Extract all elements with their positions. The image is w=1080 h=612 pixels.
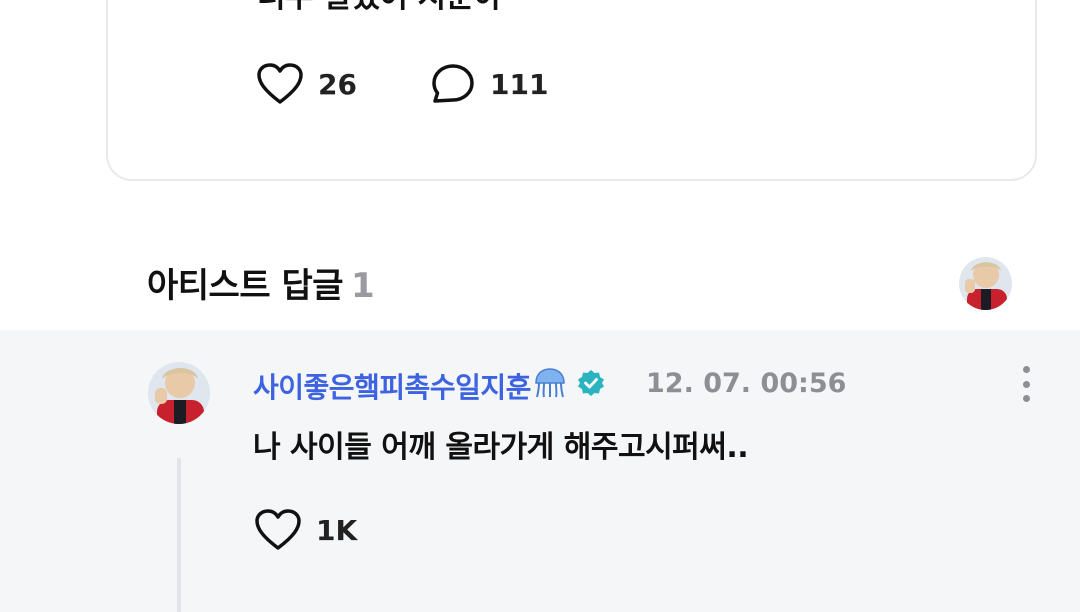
reply-text: 나 사이들 어깨 올라가게 해주고시퍼써.. (253, 430, 749, 465)
reply-author[interactable]: 사이좋은햌피촉수일지훈 (253, 366, 605, 406)
artist-reply-title: 아티스트 답글 (147, 266, 344, 306)
reply-like-button[interactable]: 1K (254, 508, 357, 552)
heart-icon (257, 63, 303, 104)
post-like-button[interactable]: 26 (256, 62, 357, 106)
reply-avatar-image (148, 362, 210, 424)
reply-author-avatar[interactable] (148, 362, 210, 424)
post-card: 너무 잘했어 지훈아 26 111 (106, 0, 1037, 181)
comment-bubble-icon (432, 64, 474, 103)
artist-avatar-image (959, 257, 1012, 310)
more-options-icon[interactable] (1018, 366, 1034, 402)
verified-badge-icon (577, 369, 605, 404)
post-text: 너무 잘했어 지훈아 (257, 0, 502, 16)
jellyfish-icon (533, 367, 567, 406)
artist-reply-header: 아티스트 답글 1 (147, 258, 375, 307)
artist-reply-count: 1 (351, 266, 375, 306)
post-comment-count: 111 (490, 67, 549, 101)
artist-reply-section: 사이좋은햌피촉수일지훈 12. 07. 00:56 나 사이들 어깨 올라가게 … (0, 330, 1080, 612)
artist-avatar-small[interactable] (959, 257, 1012, 310)
thread-line (177, 458, 181, 612)
comment-thread-view: 너무 잘했어 지훈아 26 111 아티스트 답글1 (0, 0, 1080, 612)
reply-like-count: 1K (316, 513, 358, 547)
heart-icon (255, 509, 301, 550)
post-like-count: 26 (318, 67, 357, 101)
reply-timestamp: 12. 07. 00:56 (646, 368, 847, 399)
reply-author-name: 사이좋은햌피촉수일지훈 (253, 371, 531, 404)
post-comment-button[interactable]: 111 (430, 62, 548, 106)
